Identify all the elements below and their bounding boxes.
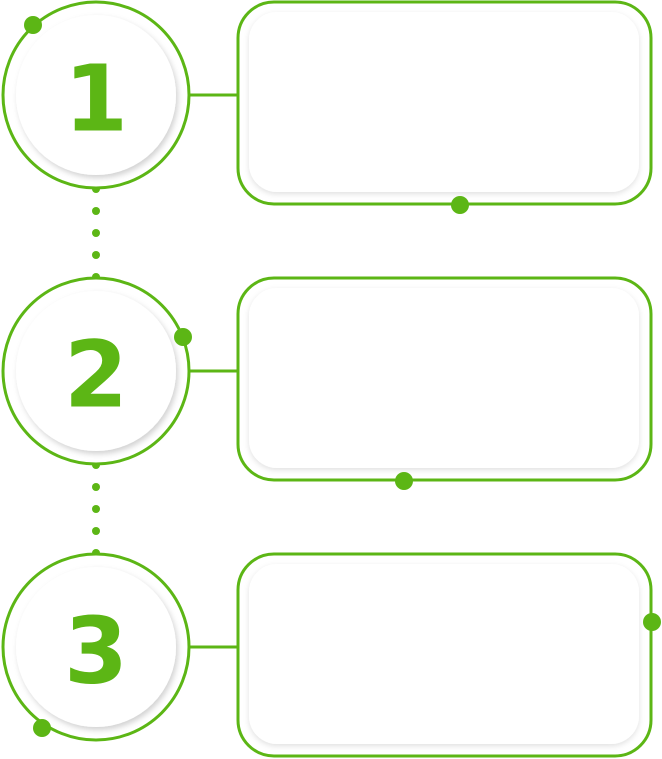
step-1-card-inner bbox=[249, 12, 639, 192]
step-3: 3 bbox=[1, 552, 661, 758]
connector-2-3 bbox=[92, 461, 100, 557]
step-3-card-dot bbox=[643, 613, 661, 631]
connector-2-3-dot bbox=[92, 483, 100, 491]
step-3-number: 3 bbox=[64, 598, 128, 705]
step-3-ring-dot bbox=[33, 719, 51, 737]
step-2-number: 2 bbox=[64, 322, 128, 429]
connector-1-2-dot bbox=[92, 251, 100, 259]
step-1-card-dot bbox=[451, 196, 469, 214]
step-1: 1 bbox=[1, 0, 653, 214]
connector-1-2 bbox=[92, 185, 100, 281]
connector-2-3-dot bbox=[92, 505, 100, 513]
step-2-card-inner bbox=[249, 288, 639, 468]
step-2-ring-dot bbox=[174, 328, 192, 346]
connector-1-2-dot bbox=[92, 229, 100, 237]
step-1-number: 1 bbox=[64, 46, 128, 153]
step-1-ring-dot bbox=[24, 16, 42, 34]
connector-1-2-dot bbox=[92, 207, 100, 215]
numbered-steps-diagram: 1 2 3 bbox=[1, 0, 661, 758]
connector-2-3-dot bbox=[92, 527, 100, 535]
step-3-card-inner bbox=[249, 564, 639, 744]
step-2-card-dot bbox=[395, 472, 413, 490]
step-2: 2 bbox=[1, 276, 653, 490]
